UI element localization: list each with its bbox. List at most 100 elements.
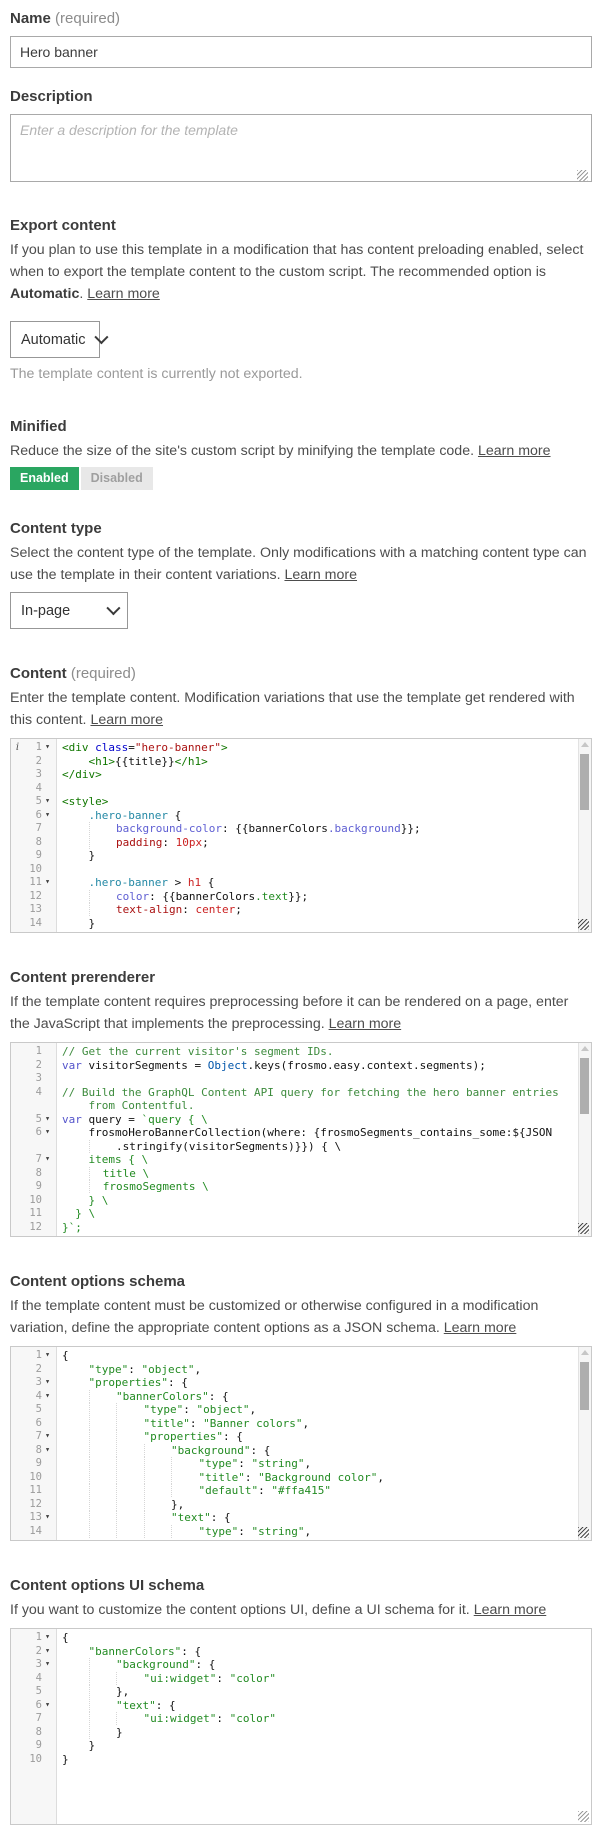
code-line: 8 padding: 10px; bbox=[11, 836, 591, 850]
code-line: 11 "default": "#ffa415" bbox=[11, 1484, 591, 1498]
export-content-select[interactable]: Automatic bbox=[10, 321, 100, 358]
fold-arrow-icon[interactable]: ▾ bbox=[42, 1511, 53, 1525]
content-options-ui-schema-section: Content options UI schema If you want to… bbox=[10, 1577, 592, 1825]
line-number: 9 bbox=[22, 1457, 42, 1471]
fold-arrow-icon[interactable]: ▾ bbox=[42, 1699, 53, 1713]
line-number: 12 bbox=[22, 1221, 42, 1235]
line-number: 6 bbox=[22, 1417, 42, 1431]
fold-arrow-icon[interactable]: ▾ bbox=[42, 1153, 53, 1167]
learn-more-link[interactable]: Learn more bbox=[474, 1602, 547, 1618]
code-line: 9 } bbox=[11, 1739, 591, 1753]
code-line: 2var visitorSegments = Object.keys(frosm… bbox=[11, 1059, 591, 1073]
fold-arrow-icon[interactable]: ▾ bbox=[42, 1126, 53, 1140]
options-schema-code-editor[interactable]: 1▾{2 "type": "object",3▾ "properties": {… bbox=[10, 1346, 592, 1541]
export-content-section: Export content If you plan to use this t… bbox=[10, 217, 592, 382]
fold-arrow-icon[interactable]: ▾ bbox=[42, 1645, 53, 1659]
code-line: 10} bbox=[11, 1753, 591, 1767]
line-number: 8 bbox=[22, 1444, 42, 1458]
fold-arrow-icon[interactable]: ▾ bbox=[42, 1349, 53, 1363]
scroll-up-arrow-icon[interactable] bbox=[581, 1350, 589, 1355]
code-line: 9 frosmoSegments \ bbox=[11, 1180, 591, 1194]
line-number: 1 bbox=[22, 1045, 42, 1059]
code-line: 9 } bbox=[11, 849, 591, 863]
line-number: 10 bbox=[22, 863, 42, 877]
resize-grip-icon[interactable] bbox=[578, 1811, 589, 1822]
code-line: 5▾var query = `query { \ bbox=[11, 1113, 591, 1127]
content-prerenderer-description: If the template content requires preproc… bbox=[10, 991, 592, 1035]
learn-more-link[interactable]: Learn more bbox=[87, 286, 160, 302]
learn-more-link[interactable]: Learn more bbox=[444, 1320, 517, 1336]
line-number: 1 bbox=[22, 1349, 42, 1363]
fold-arrow-icon[interactable]: ▾ bbox=[42, 795, 53, 809]
code-line: 13 text-align: center; bbox=[11, 903, 591, 917]
resize-grip-icon[interactable] bbox=[578, 919, 589, 930]
line-number: 9 bbox=[22, 1180, 42, 1194]
ui-schema-code-editor[interactable]: 1▾{2▾ "bannerColors": {3▾ "background": … bbox=[10, 1628, 592, 1825]
line-number: 12 bbox=[22, 890, 42, 904]
minified-disabled-button[interactable]: Disabled bbox=[81, 467, 153, 490]
fold-arrow-icon[interactable]: ▾ bbox=[42, 1113, 53, 1127]
scrollbar[interactable] bbox=[578, 1347, 591, 1540]
content-code-editor[interactable]: i1▾<div class="hero-banner">2 <h1>{{titl… bbox=[10, 738, 592, 933]
code-line: 10 bbox=[11, 863, 591, 877]
code-line: 8 title \ bbox=[11, 1167, 591, 1181]
scroll-up-arrow-icon[interactable] bbox=[581, 742, 589, 747]
line-number: 4 bbox=[22, 1672, 42, 1686]
line-number: 3 bbox=[22, 768, 42, 782]
resize-grip-icon[interactable] bbox=[578, 1223, 589, 1234]
line-number: 5 bbox=[22, 795, 42, 809]
fold-arrow-icon[interactable]: ▾ bbox=[42, 809, 53, 823]
line-number: 2 bbox=[22, 1363, 42, 1377]
scrollbar-thumb[interactable] bbox=[580, 1362, 589, 1410]
code-line: 13▾ "text": { bbox=[11, 1511, 591, 1525]
scrollbar-thumb[interactable] bbox=[580, 754, 589, 810]
content-type-select[interactable]: In-page bbox=[10, 592, 128, 629]
minified-enabled-button[interactable]: Enabled bbox=[10, 467, 79, 490]
code-line: 12 color: {{bannerColors.text}}; bbox=[11, 890, 591, 904]
code-line: 6▾ .hero-banner { bbox=[11, 809, 591, 823]
template-settings-form: Name (required) Description Export conte… bbox=[0, 0, 600, 1835]
code-line: 7▾ "properties": { bbox=[11, 1430, 591, 1444]
scrollbar[interactable] bbox=[578, 1043, 591, 1236]
code-line: 7 background-color: {{bannerColors.backg… bbox=[11, 822, 591, 836]
code-line: 2▾ "bannerColors": { bbox=[11, 1645, 591, 1659]
prerenderer-code-editor[interactable]: 1// Get the current visitor's segment ID… bbox=[10, 1042, 592, 1237]
resize-grip-icon[interactable] bbox=[577, 170, 588, 181]
line-number: 10 bbox=[22, 1753, 42, 1767]
fold-arrow-icon[interactable]: ▾ bbox=[42, 1430, 53, 1444]
description-label: Description bbox=[10, 88, 592, 106]
fold-arrow-icon[interactable]: ▾ bbox=[42, 876, 53, 890]
fold-arrow-icon[interactable]: ▾ bbox=[42, 741, 53, 755]
code-line: 6▾ "text": { bbox=[11, 1699, 591, 1713]
learn-more-link[interactable]: Learn more bbox=[478, 443, 551, 459]
line-number: 7 bbox=[22, 1153, 42, 1167]
fold-arrow-icon[interactable]: ▾ bbox=[42, 1444, 53, 1458]
content-description: Enter the template content. Modification… bbox=[10, 687, 592, 731]
content-options-schema-section: Content options schema If the template c… bbox=[10, 1273, 592, 1541]
line-number: 10 bbox=[22, 1194, 42, 1208]
scroll-up-arrow-icon[interactable] bbox=[581, 1046, 589, 1051]
line-number: 9 bbox=[22, 849, 42, 863]
minified-label: Minified bbox=[10, 418, 592, 436]
scrollbar-thumb[interactable] bbox=[580, 1058, 589, 1114]
fold-arrow-icon[interactable]: ▾ bbox=[42, 1376, 53, 1390]
fold-arrow-icon[interactable]: ▾ bbox=[42, 1631, 53, 1645]
fold-arrow-icon[interactable]: ▾ bbox=[42, 1658, 53, 1672]
line-number: 4 bbox=[22, 1086, 42, 1100]
line-number: 2 bbox=[22, 755, 42, 769]
learn-more-link[interactable]: Learn more bbox=[329, 1016, 402, 1032]
fold-arrow-icon[interactable]: ▾ bbox=[42, 1390, 53, 1404]
code-line: 3▾ "background": { bbox=[11, 1658, 591, 1672]
content-options-ui-schema-label: Content options UI schema bbox=[10, 1577, 592, 1595]
name-input[interactable] bbox=[10, 36, 592, 68]
learn-more-link[interactable]: Learn more bbox=[284, 567, 357, 583]
content-type-select-value: In-page bbox=[21, 603, 70, 619]
line-number: 5 bbox=[22, 1113, 42, 1127]
resize-grip-icon[interactable] bbox=[578, 1527, 589, 1538]
learn-more-link[interactable]: Learn more bbox=[90, 712, 163, 728]
scrollbar[interactable] bbox=[578, 739, 591, 932]
description-textarea[interactable] bbox=[10, 114, 592, 182]
code-line: 10 } \ bbox=[11, 1194, 591, 1208]
code-line: 9 "type": "string", bbox=[11, 1457, 591, 1471]
code-line: 11▾ .hero-banner > h1 { bbox=[11, 876, 591, 890]
